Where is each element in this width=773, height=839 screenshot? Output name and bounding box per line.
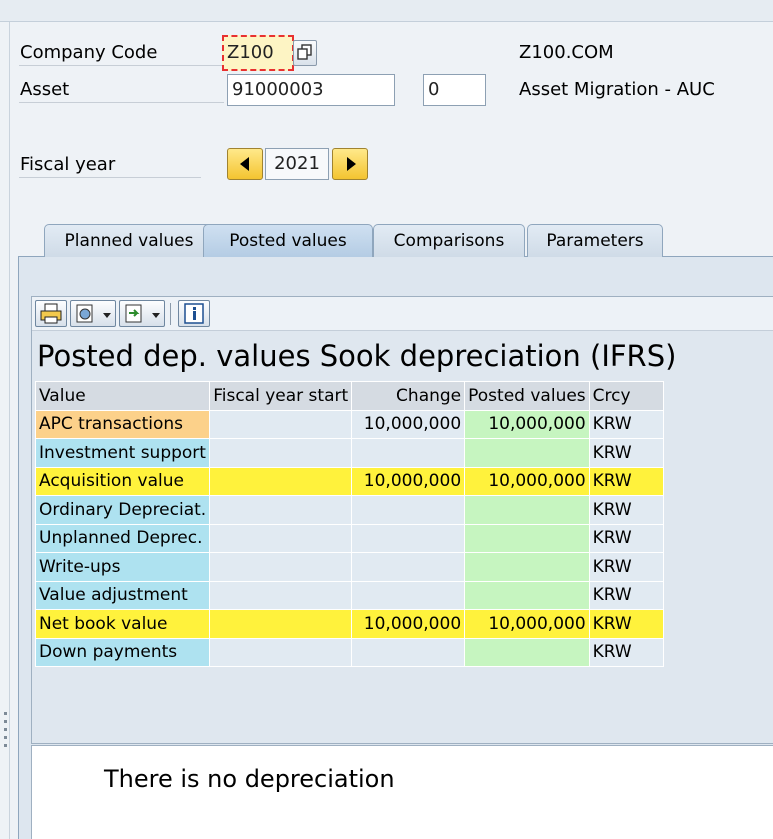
posted-values-cell[interactable] [464,495,590,525]
change-cell[interactable] [351,580,466,610]
company-code-label: Company Code [19,40,224,66]
asset-subnumber-field[interactable]: 0 [423,74,486,106]
message-area: There is no depreciation [31,745,773,839]
currency-cell[interactable]: KRW [588,580,664,610]
info-icon[interactable] [178,300,210,327]
tab-comparisons[interactable]: Comparisons [373,224,525,257]
posted-values-cell[interactable] [464,580,590,610]
table-row[interactable]: Down payments KRW [34,637,664,667]
posted-values-table: Value Fiscal year start Change Posted va… [34,381,664,667]
change-cell[interactable] [351,523,466,553]
asset-label: Asset [19,77,224,103]
posted-values-cell[interactable]: 10,000,000 [464,609,590,639]
splitter-grip [4,736,7,739]
row-label[interactable]: APC transactions [34,409,211,439]
left-splitter[interactable] [0,22,10,839]
tab-parameters[interactable]: Parameters [527,224,663,257]
previous-year-button[interactable] [227,148,263,180]
company-code-field[interactable]: Z100 [222,35,294,71]
posted-values-cell[interactable] [464,637,590,667]
arrow-left-icon [240,157,249,171]
top-bar [0,0,773,22]
table-row[interactable]: Value adjustment KRW [34,580,664,610]
change-cell[interactable]: 10,000,000 [351,609,466,639]
tab-planned-values[interactable]: Planned values [44,224,214,257]
table-row[interactable]: Acquisition value 10,000,000 10,000,000 … [34,466,664,496]
fiscal-year-start-cell[interactable] [209,466,353,496]
arrow-right-icon [347,157,356,171]
posted-values-cell[interactable]: 10,000,000 [464,409,590,439]
table-row[interactable]: Write-ups KRW [34,552,664,582]
currency-cell[interactable]: KRW [588,495,664,525]
splitter-grip [4,720,7,723]
splitter-grip [4,712,7,715]
print-icon[interactable] [35,300,67,327]
export-icon[interactable] [70,300,116,327]
change-cell[interactable] [351,495,466,525]
fiscal-year-start-cell[interactable] [209,637,353,667]
posted-values-cell[interactable] [464,438,590,468]
change-cell[interactable] [351,637,466,667]
currency-cell[interactable]: KRW [588,466,664,496]
company-name: Z100.COM [519,42,614,63]
table-row[interactable]: APC transactions 10,000,000 10,000,000 K… [34,409,664,439]
fiscal-year-start-cell[interactable] [209,409,353,439]
currency-cell[interactable]: KRW [588,438,664,468]
grid-toolbar [32,297,773,331]
asset-number-field[interactable]: 91000003 [227,74,395,106]
column-header-change[interactable]: Change [351,381,466,411]
row-label[interactable]: Unplanned Deprec. [34,523,211,553]
next-year-button[interactable] [332,148,368,180]
copy-icon[interactable] [293,40,317,66]
asset-description: Asset Migration - AUC [519,79,715,100]
grid-title: Posted dep. values Sook depreciation (IF… [37,339,677,373]
row-label[interactable]: Net book value [34,609,211,639]
posted-values-cell[interactable] [464,523,590,553]
column-header-fiscal-year-start[interactable]: Fiscal year start [209,381,353,411]
column-header-posted-values[interactable]: Posted values [464,381,590,411]
fiscal-year-start-cell[interactable] [209,580,353,610]
row-label[interactable]: Down payments [34,637,211,667]
column-header-value[interactable]: Value [34,381,211,411]
row-label[interactable]: Write-ups [34,552,211,582]
change-cell[interactable] [351,438,466,468]
change-cell[interactable] [351,552,466,582]
posted-values-cell[interactable]: 10,000,000 [464,466,590,496]
tab-posted-values[interactable]: Posted values [203,224,373,257]
row-label[interactable]: Ordinary Depreciat. [34,495,211,525]
change-cell[interactable]: 10,000,000 [351,409,466,439]
column-header-currency[interactable]: Crcy [588,381,664,411]
fiscal-year-start-cell[interactable] [209,438,353,468]
currency-cell[interactable]: KRW [588,609,664,639]
toolbar-separator [170,303,171,325]
row-label[interactable]: Investment support [34,438,211,468]
currency-cell[interactable]: KRW [588,523,664,553]
fiscal-year-start-cell[interactable] [209,495,353,525]
fiscal-year-start-cell[interactable] [209,609,353,639]
splitter-grip [4,744,7,747]
table-row[interactable]: Investment support KRW [34,438,664,468]
posted-values-cell[interactable] [464,552,590,582]
currency-cell[interactable]: KRW [588,552,664,582]
row-label[interactable]: Value adjustment [34,580,211,610]
row-label[interactable]: Acquisition value [34,466,211,496]
table-row[interactable]: Ordinary Depreciat. KRW [34,495,664,525]
posted-values-grid-container: Posted dep. values Sook depreciation (IF… [31,296,773,744]
fiscal-year-start-cell[interactable] [209,552,353,582]
no-depreciation-message: There is no depreciation [104,765,395,793]
layout-icon[interactable] [119,300,165,327]
table-row[interactable]: Unplanned Deprec. KRW [34,523,664,553]
change-cell[interactable]: 10,000,000 [351,466,466,496]
fiscal-year-start-cell[interactable] [209,523,353,553]
fiscal-year-label: Fiscal year [19,152,201,178]
currency-cell[interactable]: KRW [588,637,664,667]
fiscal-year-field[interactable]: 2021 [265,148,329,180]
splitter-grip [4,728,7,731]
table-row[interactable]: Net book value 10,000,000 10,000,000 KRW [34,609,664,639]
currency-cell[interactable]: KRW [588,409,664,439]
table-header-row: Value Fiscal year start Change Posted va… [34,381,664,411]
